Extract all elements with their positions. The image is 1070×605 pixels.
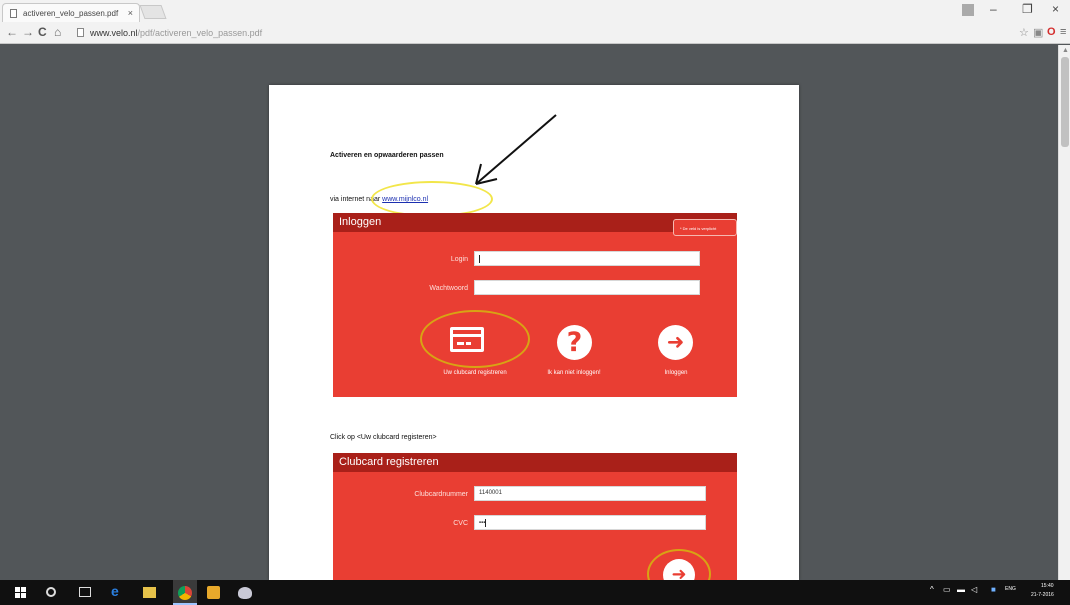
arrow-annotation-icon (475, 114, 557, 185)
scroll-thumb[interactable] (1061, 57, 1069, 147)
extension-icon[interactable]: ▣ (1033, 26, 1043, 39)
login-label: Login (450, 256, 468, 263)
taskbar: e ^ ▭ ▬ ◁ ■ ENG 15:40 21-7-2016 (0, 580, 1070, 605)
login-link[interactable]: Inloggen (643, 370, 709, 376)
clock-time[interactable]: 15:40 (1041, 583, 1054, 589)
click-instruction: Click op <Uw clubcard registeren> (330, 434, 437, 441)
document-icon (10, 9, 17, 18)
address-bar[interactable]: www.velo.nl/pdf/activeren_velo_passen.pd… (74, 25, 984, 41)
clubcard-register-panel: Clubcard registreren Clubcardnummer 1140… (333, 453, 737, 599)
pdf-page: Activeren en opwaarderen passen via inte… (269, 85, 799, 599)
paint-icon[interactable] (238, 587, 252, 599)
page-icon (77, 28, 84, 37)
home-icon[interactable]: ⌂ (54, 25, 61, 39)
network-icon[interactable]: ▭ (943, 585, 951, 594)
clubcard-number-label: Clubcardnummer (414, 491, 468, 498)
profile-icon[interactable] (962, 4, 974, 16)
tab-title: activeren_velo_passen.pdf (23, 9, 119, 18)
search-icon[interactable] (46, 587, 56, 597)
browser-toolbar: ← → C ⌂ www.velo.nl/pdf/activeren_velo_p… (0, 22, 1070, 44)
password-input[interactable] (474, 280, 700, 295)
clubcard-number-input[interactable]: 1140001 (474, 486, 706, 501)
reload-icon[interactable]: C (38, 25, 47, 39)
scroll-up-icon[interactable]: ▲ (1062, 47, 1069, 54)
cannot-login-link[interactable]: Ik kan niet inloggen! (524, 370, 624, 376)
login-input[interactable] (474, 251, 700, 266)
tab-close-button[interactable]: × (128, 8, 133, 18)
chrome-icon (178, 586, 192, 600)
tab-strip: activeren_velo_passen.pdf × – ❐ × (0, 0, 1070, 22)
menu-icon[interactable]: ≡ (1060, 26, 1066, 38)
gold-highlight-ellipse (420, 310, 530, 368)
notification-icon[interactable]: ■ (991, 585, 996, 594)
arrow-right-icon[interactable]: ➜ (658, 325, 693, 360)
close-window-button[interactable]: × (1052, 2, 1059, 16)
language-indicator[interactable]: ENG (1005, 586, 1016, 592)
cvc-label: CVC (453, 520, 468, 527)
url-path: /pdf/activeren_velo_passen.pdf (137, 28, 263, 38)
edge-icon[interactable]: e (111, 583, 125, 599)
minimize-button[interactable]: – (990, 2, 997, 16)
register-panel-header: Clubcard registreren (333, 453, 737, 472)
register-clubcard-link[interactable]: Uw clubcard registreren (421, 370, 529, 376)
maximize-button[interactable]: ❐ (1022, 2, 1033, 16)
battery-icon[interactable]: ▬ (957, 585, 965, 594)
cvc-input[interactable]: ••• (474, 515, 706, 530)
star-icon[interactable]: ☆ (1019, 26, 1029, 39)
text-cursor (479, 255, 480, 263)
app-icon[interactable] (207, 586, 220, 599)
document-title: Activeren en opwaarderen passen (330, 152, 444, 159)
yellow-highlight-ellipse (371, 181, 493, 217)
required-tooltip: * De veld is verplicht (673, 219, 737, 236)
volume-icon[interactable]: ◁ (971, 585, 977, 594)
password-label: Wachtwoord (429, 285, 468, 292)
url-host: www.velo.nl (90, 28, 138, 38)
tab-pdf[interactable]: activeren_velo_passen.pdf × (2, 3, 140, 22)
back-icon[interactable]: ← (6, 25, 18, 39)
windows-start-icon[interactable] (15, 587, 26, 598)
login-panel: Inloggen * De veld is verplicht Login Wa… (333, 213, 737, 397)
vertical-scrollbar[interactable]: ▲ (1058, 45, 1070, 580)
question-icon[interactable]: ? (557, 325, 592, 360)
forward-icon[interactable]: → (22, 25, 34, 39)
task-view-icon[interactable] (79, 587, 91, 597)
clock-date[interactable]: 21-7-2016 (1031, 592, 1054, 598)
text-cursor (485, 519, 487, 527)
chrome-taskbar-item[interactable] (173, 580, 197, 605)
file-explorer-icon[interactable] (143, 587, 156, 598)
tray-chevron-icon[interactable]: ^ (930, 585, 934, 594)
opera-icon[interactable]: O (1047, 26, 1056, 38)
new-tab-button[interactable] (139, 5, 167, 19)
